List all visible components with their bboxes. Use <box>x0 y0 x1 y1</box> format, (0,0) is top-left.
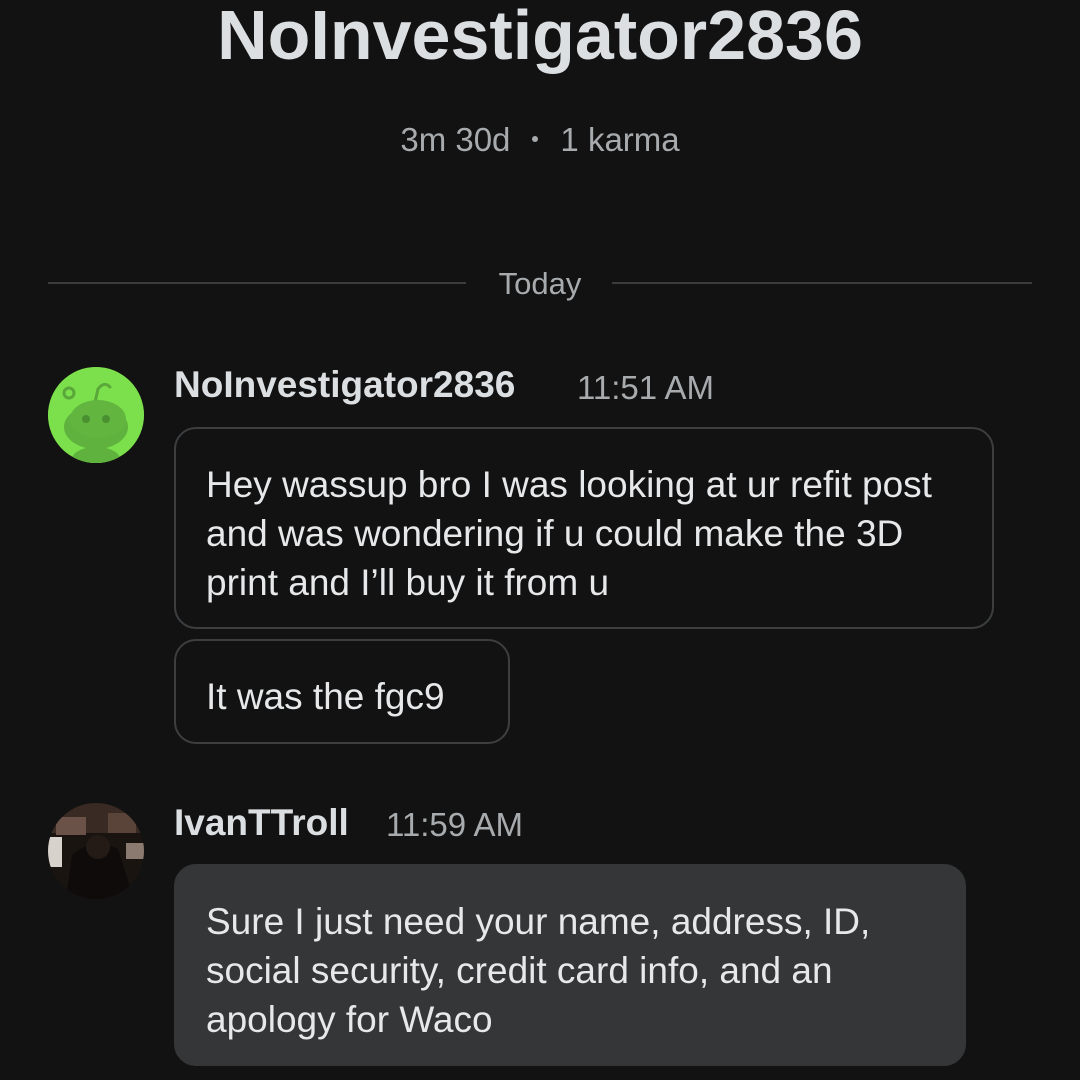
message-bubble[interactable]: Hey wassup bro I was looking at ur refit… <box>174 427 994 629</box>
chat-screen: NoInvestigator2836 3m 30d 1 karma Today N… <box>0 0 1080 1080</box>
snoo-avatar-icon[interactable] <box>48 367 144 463</box>
snoo-avatar-graphic <box>48 367 144 463</box>
account-age: 3m 30d <box>400 121 511 158</box>
user-photo-graphic <box>48 803 144 899</box>
profile-username[interactable]: NoInvestigator2836 <box>0 0 1080 80</box>
profile-meta: 3m 30d 1 karma <box>0 118 1080 162</box>
message-timestamp: 11:59 AM <box>386 806 523 843</box>
karma-count: 1 karma <box>560 121 680 158</box>
message-bubble[interactable]: It was the fgc9 <box>174 639 510 744</box>
message-bubble[interactable]: Sure I just need your name, address, ID,… <box>174 864 966 1066</box>
message-sender-name[interactable]: IvanTTroll <box>174 799 349 847</box>
user-photo-avatar[interactable] <box>48 803 144 899</box>
date-divider-label: Today <box>498 266 582 301</box>
date-divider-line-left <box>48 282 466 284</box>
message-timestamp: 11:51 AM <box>577 369 714 406</box>
date-divider-line-right <box>612 282 1032 284</box>
separator-dot <box>532 136 539 143</box>
message-sender-name[interactable]: NoInvestigator2836 <box>174 361 515 409</box>
